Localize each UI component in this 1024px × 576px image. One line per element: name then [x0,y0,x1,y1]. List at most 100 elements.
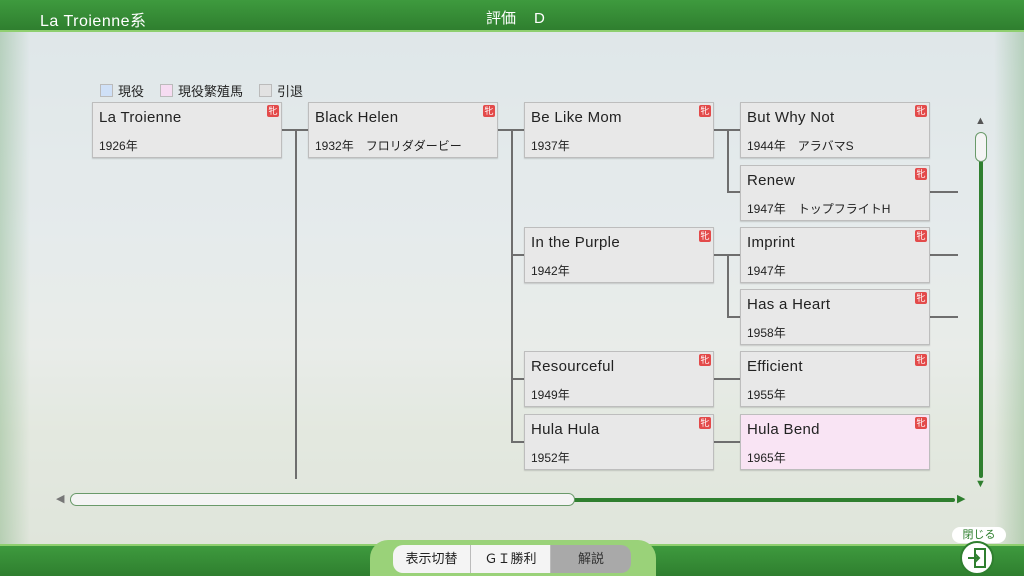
legend-label: 現役 [118,84,145,99]
female-tag-icon: 牝 [915,168,927,180]
lineage-title: La Troienne系 [40,13,147,30]
connector-line [727,254,741,256]
horse-info: 1944年 アラバマS [747,137,854,154]
female-tag-icon: 牝 [483,105,495,117]
horse-race: トップフライトH [797,202,891,216]
triangle-right-icon[interactable]: ▶ [957,492,965,505]
horse-node-be-like-mom[interactable]: 牝 Be Like Mom 1937年 [524,102,714,158]
horse-info: 1949年 [531,386,582,403]
connector-line [727,191,741,193]
vertical-scroll-thumb[interactable] [975,132,987,162]
connector-line [714,129,728,131]
horse-year: 1942年 [531,264,570,278]
horizontal-scroll-thumb[interactable] [70,493,575,506]
horse-node-in-the-purple[interactable]: 牝 In the Purple 1942年 [524,227,714,283]
vertical-scrollbar[interactable] [979,134,983,478]
female-tag-icon: 牝 [915,417,927,429]
tab-display-toggle[interactable]: 表示切替 [393,545,471,573]
rating-label: 評価 [486,10,517,27]
legend: 現役 現役繁殖馬 引退 [100,81,303,100]
female-tag-icon: 牝 [915,292,927,304]
horse-node-hula-bend[interactable]: 牝 Hula Bend 1965年 [740,414,930,470]
horse-node-efficient[interactable]: 牝 Efficient 1955年 [740,351,930,407]
horse-year: 1926年 [99,139,138,153]
horse-info: 1958年 [747,324,798,341]
legend-swatch-active-breeding [160,84,174,97]
legend-item-active: 現役 [100,81,144,100]
horse-year: 1952年 [531,451,570,465]
background-edge-left [0,30,30,544]
female-tag-icon: 牝 [699,230,711,242]
horse-name: La Troienne [99,109,182,126]
triangle-down-icon[interactable]: ▼ [975,478,986,490]
connector-line [714,378,741,380]
connector-line [727,129,741,131]
horse-year: 1955年 [747,388,786,402]
rating: 評価 D [486,7,563,28]
horse-node-has-a-heart[interactable]: 牝 Has a Heart 1958年 [740,289,930,345]
horse-name: Has a Heart [747,296,831,313]
connector-line [727,316,741,318]
legend-item-retired: 引退 [259,81,303,100]
female-tag-icon: 牝 [915,354,927,366]
connector-line [714,254,728,256]
horse-year: 1949年 [531,388,570,402]
connector-line [498,129,512,131]
horse-node-hula-hula[interactable]: 牝 Hula Hula 1952年 [524,414,714,470]
triangle-up-icon[interactable]: ▲ [975,115,986,127]
horse-info: 1937年 [531,137,582,154]
horse-node-black-helen[interactable]: 牝 Black Helen 1932年 フロリダダービー [308,102,498,158]
horse-info: 1947年 [747,262,798,279]
tab-g1-wins[interactable]: ＧＩ勝利 [471,545,551,573]
triangle-left-icon[interactable]: ◀ [56,492,64,505]
female-tag-icon: 牝 [915,230,927,242]
connector-line [295,129,309,131]
horse-node-renew[interactable]: 牝 Renew 1947年 トップフライトH [740,165,930,221]
horse-name: Imprint [747,234,795,251]
connector-line [511,254,525,256]
horse-name: Efficient [747,358,803,375]
tab-commentary[interactable]: 解説 [551,545,631,573]
connector-line [930,254,958,256]
horse-race: フロリダダービー [365,139,462,153]
horse-year: 1965年 [747,451,786,465]
connector-line [930,316,958,318]
horse-year: 1947年 [747,264,786,278]
legend-label: 引退 [277,84,304,99]
legend-label: 現役繁殖馬 [178,84,244,99]
horse-info: 1926年 [99,137,150,154]
connector-line [511,129,525,131]
rating-value: D [534,10,545,27]
horse-name: Black Helen [315,109,399,126]
horse-node-la-troienne[interactable]: 牝 La Troienne 1926年 [92,102,282,158]
horse-year: 1944年 [747,139,786,153]
connector-line [511,441,525,443]
connector-line [511,378,525,380]
exit-door-icon [960,541,994,575]
connector-line [282,129,296,131]
female-tag-icon: 牝 [699,105,711,117]
horse-node-but-why-not[interactable]: 牝 But Why Not 1944年 アラバマS [740,102,930,158]
horse-info: 1942年 [531,262,582,279]
horse-node-resourceful[interactable]: 牝 Resourceful 1949年 [524,351,714,407]
horse-name: Hula Bend [747,421,820,438]
female-tag-icon: 牝 [267,105,279,117]
female-tag-icon: 牝 [915,105,927,117]
horse-info: 1932年 フロリダダービー [315,137,462,154]
horse-name: Hula Hula [531,421,600,438]
horse-info: 1965年 [747,449,798,466]
horse-year: 1932年 [315,139,354,153]
horse-name: But Why Not [747,109,835,126]
horse-name: In the Purple [531,234,620,251]
connector-line [727,129,729,193]
connector-line [930,191,958,193]
background-edge-right [994,30,1024,544]
close-button[interactable]: 閉じる [950,527,1010,575]
horse-node-imprint[interactable]: 牝 Imprint 1947年 [740,227,930,283]
connector-line [295,129,297,479]
horse-name: Renew [747,172,796,189]
horse-race: アラバマS [797,139,854,153]
horse-name: Be Like Mom [531,109,622,126]
horse-year: 1958年 [747,326,786,340]
horse-name: Resourceful [531,358,615,375]
